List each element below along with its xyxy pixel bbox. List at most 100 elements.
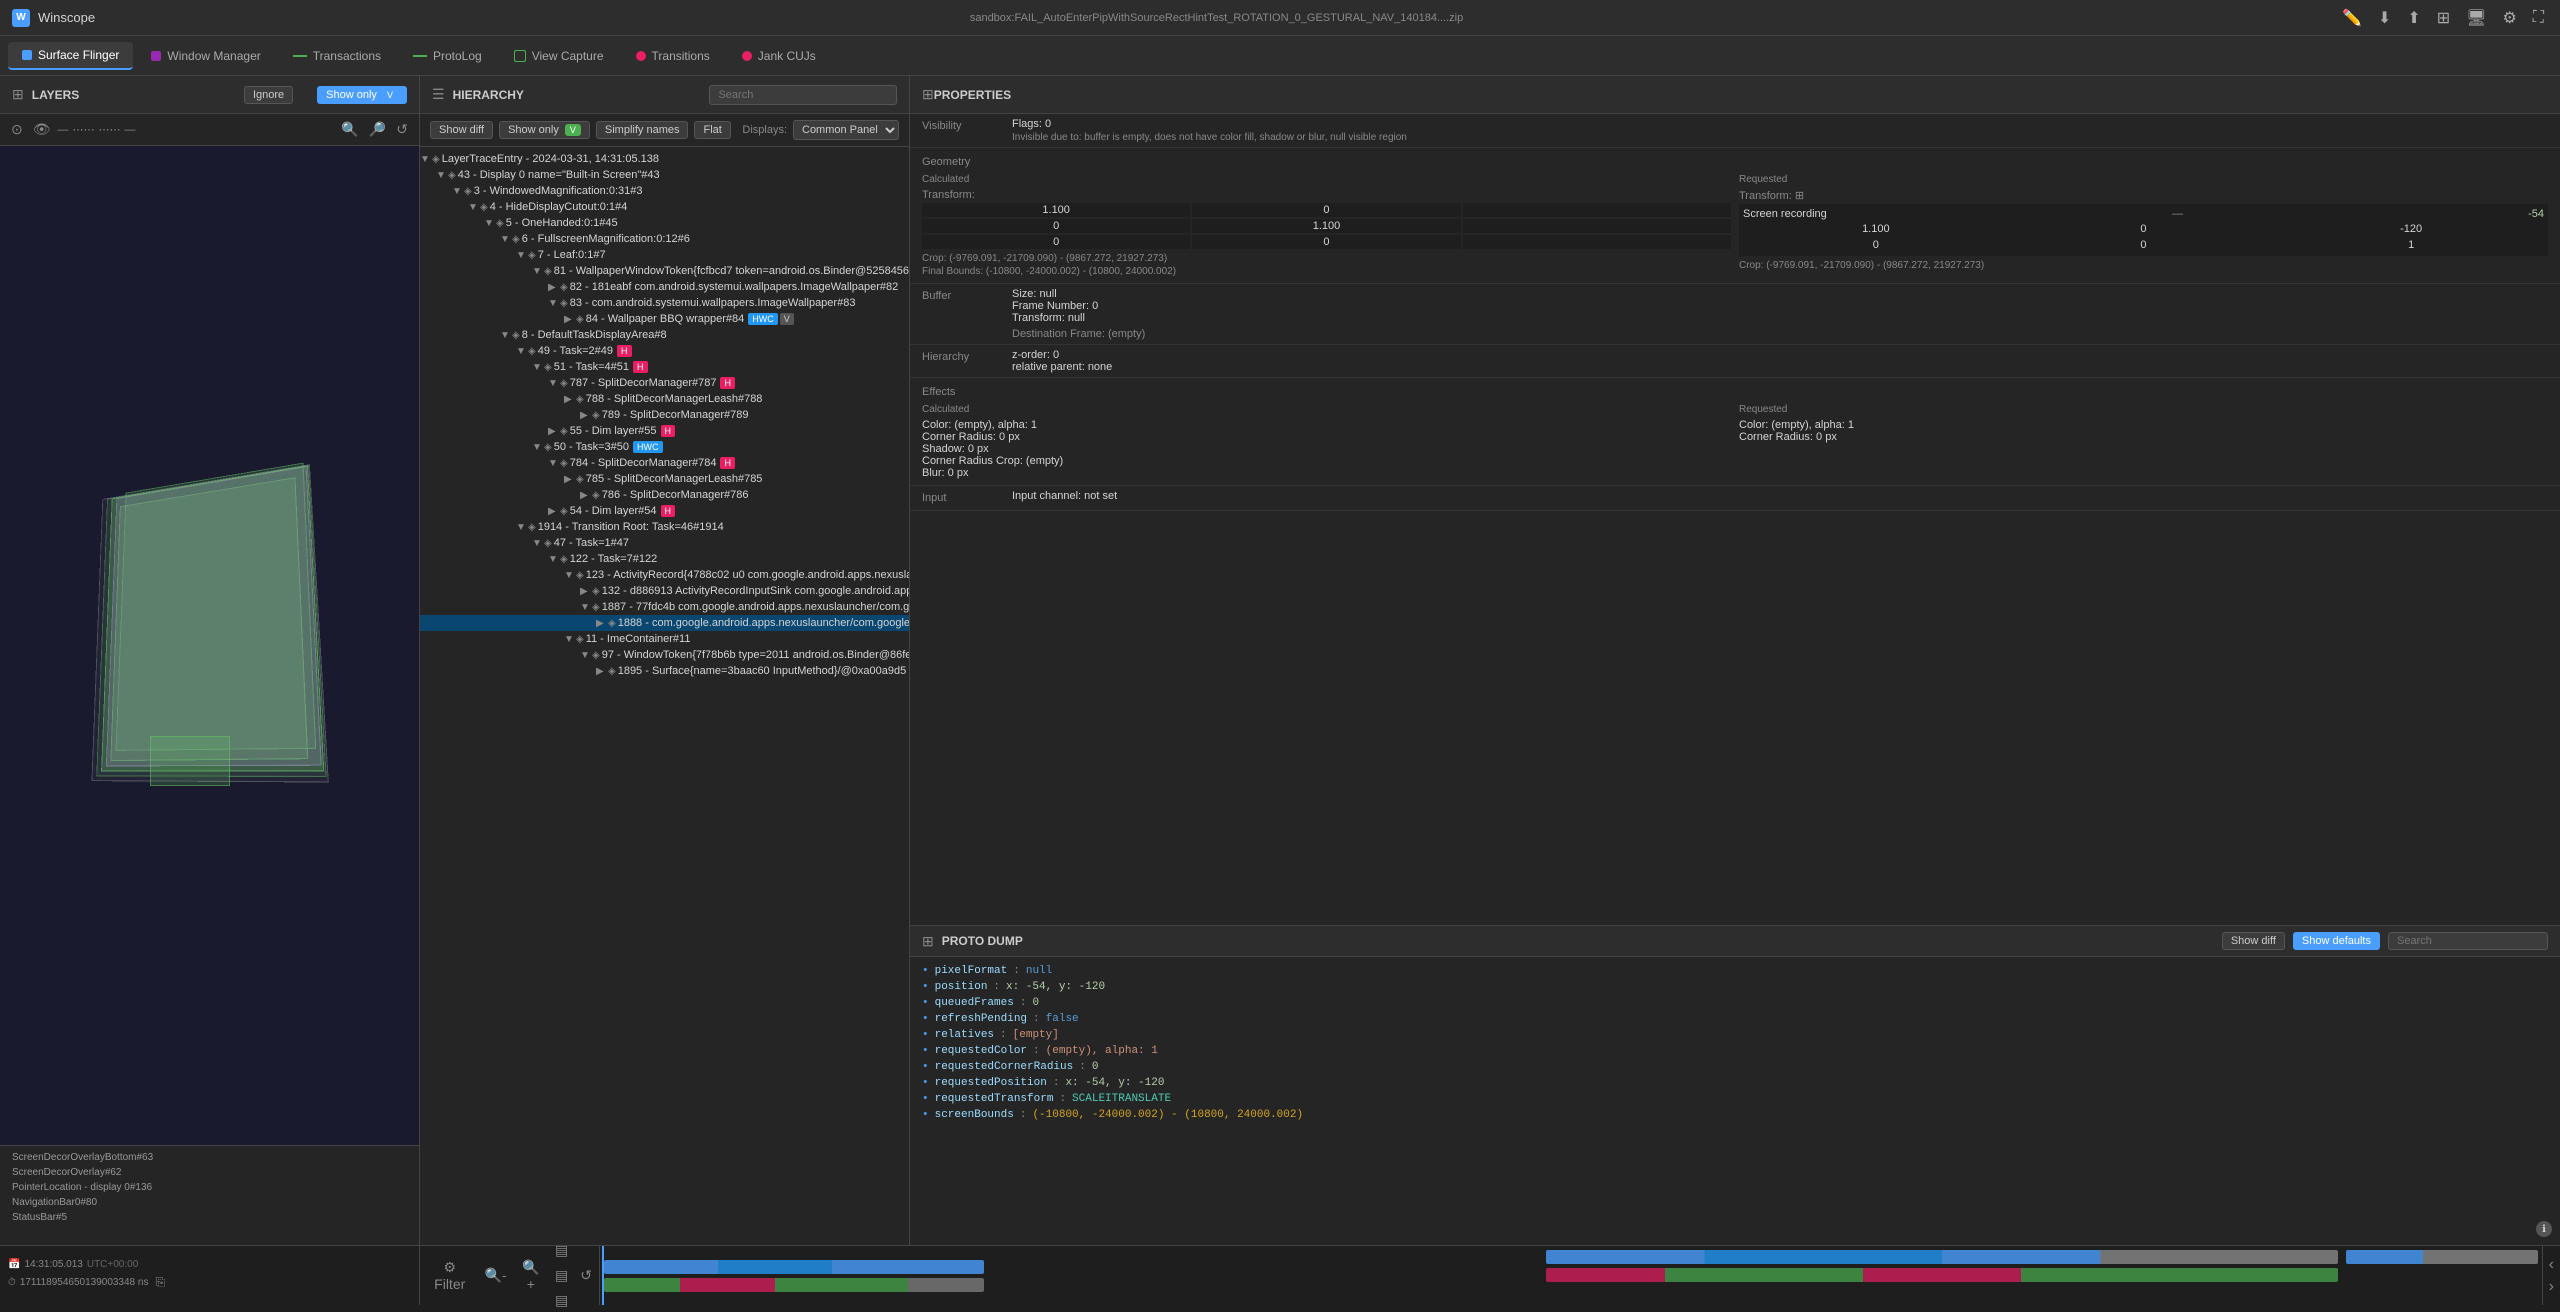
tree-node[interactable]: ▼◈97 - WindowToken{7f78b6b type=2011 and… <box>420 647 909 663</box>
proto-key: requestedPosition <box>935 1077 1047 1089</box>
list-item[interactable]: StatusBar#5 <box>0 1210 419 1225</box>
proto-value: false <box>1046 1013 1079 1025</box>
tree-node[interactable]: ▼◈1914 - Transition Root: Task=46#1914 <box>420 519 909 535</box>
list-item[interactable]: ScreenDecorOverlayBottom#63 <box>0 1150 419 1165</box>
zoom-in-timeline-btn[interactable]: 🔍+ <box>516 1256 546 1295</box>
proto-search-input[interactable] <box>2388 932 2548 950</box>
tree-node[interactable]: ▶◈788 - SplitDecorManagerLeash#788 <box>420 391 909 407</box>
tree-node[interactable]: ▼◈122 - Task=7#122 <box>420 551 909 567</box>
tree-node[interactable]: ▼◈7 - Leaf:0:1#7 <box>420 247 909 263</box>
list-item[interactable]: NavigationBar0#80 <box>0 1195 419 1210</box>
zoom-in-btn[interactable]: 🔎 <box>366 118 389 141</box>
geometry-grid: Calculated Transform: 1.100 0 0 1.100 0 … <box>910 168 2560 283</box>
list-item[interactable]: ScreenDecorOverlay#62 <box>0 1165 419 1180</box>
tree-node[interactable]: ▶◈84 - Wallpaper BBQ wrapper#84HWCV <box>420 311 909 327</box>
ignore-btn[interactable]: Ignore <box>244 86 293 104</box>
proto-bullet: • <box>922 1077 929 1089</box>
list-item[interactable]: PointerLocation - display 0#136 <box>0 1180 419 1195</box>
tree-arrow: ▶ <box>596 666 608 677</box>
tree-label: 132 - d886913 ActivityRecordInputSink co… <box>602 585 909 597</box>
proto-value: (-10800, -24000.002) - (10800, 24000.002… <box>1032 1109 1303 1121</box>
tree-node[interactable]: ▼◈43 - Display 0 name="Built-in Screen"#… <box>420 167 909 183</box>
show-only-hierarchy-btn[interactable]: Show only V <box>499 121 590 139</box>
proto-show-defaults-btn[interactable]: Show defaults <box>2293 932 2380 950</box>
monitor-btn[interactable]: 🖥 <box>2462 4 2490 32</box>
tree-node[interactable]: ▼◈11 - ImeContainer#11 <box>420 631 909 647</box>
tree-node[interactable]: ▼◈49 - Task=2#49H <box>420 343 909 359</box>
tree-node[interactable]: ▶◈82 - 181eabf com.android.systemui.wall… <box>420 279 909 295</box>
edit-btn[interactable]: ✏️ <box>2338 4 2366 32</box>
tab-protolog[interactable]: ProtoLog <box>399 43 496 69</box>
displays-select[interactable]: Common Panel <box>793 120 899 140</box>
tab-view-capture[interactable]: View Capture <box>500 43 618 69</box>
tab-window-manager[interactable]: Window Manager <box>137 43 274 69</box>
layer-toggle-3[interactable]: ▤ <box>552 1289 571 1312</box>
tree-node[interactable]: ▼◈787 - SplitDecorManager#787H <box>420 375 909 391</box>
tree-node[interactable]: ▼◈LayerTraceEntry - 2024-03-31, 14:31:05… <box>420 151 909 167</box>
zoom-out-timeline-btn[interactable]: 🔍- <box>481 1264 509 1287</box>
layer-toggle-1[interactable]: ▤ <box>552 1239 571 1262</box>
tab-transitions[interactable]: Transitions <box>622 43 724 69</box>
tree-node[interactable]: ▼◈123 - ActivityRecord{4788c02 u0 com.go… <box>420 567 909 583</box>
nav-prev-btn[interactable]: ‹ <box>2547 1254 2556 1276</box>
tree-node[interactable]: ▶◈132 - d886913 ActivityRecordInputSink … <box>420 583 909 599</box>
transform-matrix-calc: 1.100 0 0 1.100 0 0 <box>922 203 1731 249</box>
tree-node[interactable]: ▼◈8 - DefaultTaskDisplayArea#8 <box>420 327 909 343</box>
timeline-track[interactable] <box>600 1246 1542 1305</box>
tree-node[interactable]: ▶◈1888 - com.google.android.apps.nexusla… <box>420 615 909 631</box>
timeline-track-3[interactable] <box>2342 1246 2542 1305</box>
tree-node[interactable]: ▼◈5 - OneHanded:0:1#45 <box>420 215 909 231</box>
target-icon-btn[interactable]: ⊙ <box>8 118 26 141</box>
expand-btn[interactable]: ⛶ <box>2529 5 2548 31</box>
copy-ns-btn[interactable]: ⎘ <box>152 1272 168 1293</box>
timeline-track-2[interactable] <box>1542 1246 2342 1305</box>
eye-icon-btn[interactable]: 👁 <box>30 118 54 141</box>
tab-jank-cujs[interactable]: Jank CUJs <box>728 43 830 69</box>
tree-node[interactable]: ▶◈785 - SplitDecorManagerLeash#785 <box>420 471 909 487</box>
tree-layer-icon: ◈ <box>592 490 600 501</box>
tree-node[interactable]: ▶◈54 - Dim layer#54H <box>420 503 909 519</box>
proto-show-diff-btn[interactable]: Show diff <box>2222 932 2285 950</box>
upload-btn[interactable]: ⬆ <box>2403 4 2424 32</box>
tree-node[interactable]: ▼◈50 - Task=3#50HWC <box>420 439 909 455</box>
reset-timeline-btn[interactable]: ↺ <box>577 1264 595 1287</box>
geometry-requested: Requested Transform: ⊞ Screen recording … <box>1739 174 2548 277</box>
tree-node[interactable]: ▼◈1887 - 77fdc4b com.google.android.apps… <box>420 599 909 615</box>
layer-toggle-2[interactable]: ▤ <box>552 1264 571 1287</box>
grid-btn[interactable]: ⊞ <box>2433 4 2454 32</box>
filter-btn[interactable]: ⚙ Filter <box>424 1256 475 1295</box>
tree-node[interactable]: ▼◈3 - WindowedMagnification:0:31#3 <box>420 183 909 199</box>
tree-node[interactable]: ▼◈51 - Task=4#51H <box>420 359 909 375</box>
tree-layer-icon: ◈ <box>576 570 584 581</box>
tab-surface-flinger[interactable]: Surface Flinger <box>8 42 133 70</box>
tree-node[interactable]: ▶◈789 - SplitDecorManager#789 <box>420 407 909 423</box>
tree-layer-icon: ◈ <box>496 218 504 229</box>
tree-node[interactable]: ▶◈1895 - Surface{name=3baac60 InputMetho… <box>420 663 909 679</box>
tab-transactions[interactable]: Transactions <box>279 43 395 69</box>
tree-node[interactable]: ▶◈55 - Dim layer#55H <box>420 423 909 439</box>
tree-layer-icon: ◈ <box>544 362 552 373</box>
download-btn[interactable]: ⬇ <box>2374 4 2395 32</box>
tree-node[interactable]: ▼◈47 - Task=1#47 <box>420 535 909 551</box>
tree-node[interactable]: ▼◈83 - com.android.systemui.wallpapers.I… <box>420 295 909 311</box>
tree-node[interactable]: ▼◈6 - FullscreenMagnification:0:12#6 <box>420 231 909 247</box>
tree-node[interactable]: ▼◈784 - SplitDecorManager#784H <box>420 455 909 471</box>
show-diff-hierarchy-btn[interactable]: Show diff <box>430 121 493 139</box>
badge-h: H <box>720 457 735 469</box>
tree-node[interactable]: ▶◈786 - SplitDecorManager#786 <box>420 487 909 503</box>
proto-info-icon[interactable]: ℹ <box>2536 1221 2552 1237</box>
tree-arrow: ▼ <box>468 202 480 213</box>
show-only-btn[interactable]: Show only V <box>317 86 407 104</box>
tree-layer-icon: ◈ <box>464 186 472 197</box>
tree-arrow: ▼ <box>452 186 464 197</box>
nav-next-btn[interactable]: › <box>2547 1276 2556 1298</box>
zoom-out-btn[interactable]: 🔍 <box>338 118 361 141</box>
settings-btn[interactable]: ⚙ <box>2498 4 2520 32</box>
tree-node[interactable]: ▼◈4 - HideDisplayCutout:0:1#4 <box>420 199 909 215</box>
tree-node[interactable]: ▼◈81 - WallpaperWindowToken{fcfbcd7 toke… <box>420 263 909 279</box>
layers-list: ScreenDecorOverlayBottom#63 ScreenDecorO… <box>0 1145 419 1245</box>
flat-btn[interactable]: Flat <box>694 121 730 139</box>
simplify-names-btn[interactable]: Simplify names <box>596 121 689 139</box>
refresh-btn[interactable]: ↺ <box>393 118 411 141</box>
hierarchy-search-input[interactable] <box>709 85 897 105</box>
